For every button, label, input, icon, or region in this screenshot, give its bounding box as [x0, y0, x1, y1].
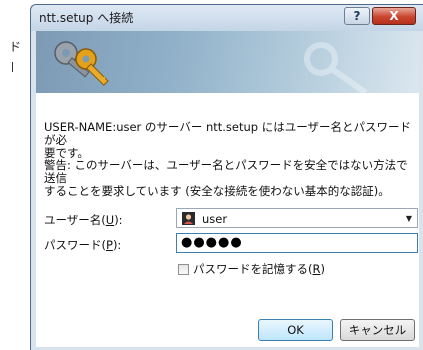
- chevron-down-icon[interactable]: ▼: [406, 214, 412, 223]
- security-warning: 警告: このサーバーは、ユーザー名とパスワードを安全ではない方法で送信 すること…: [44, 159, 414, 198]
- page-margin: ド: [0, 0, 30, 350]
- help-button[interactable]: ?: [344, 7, 370, 25]
- keys-icon: [54, 41, 368, 93]
- remember-password[interactable]: パスワードを記憶する(R): [178, 261, 325, 277]
- cancel-button[interactable]: キャンセル: [340, 319, 415, 341]
- user-icon: [182, 212, 195, 225]
- close-icon: X: [389, 9, 399, 23]
- username-label: ユーザー名(U):: [44, 213, 123, 227]
- title-bar: ntt.setup へ接続 ? X: [31, 5, 423, 31]
- margin-character: ド: [9, 40, 22, 54]
- margin-rule: [12, 62, 13, 72]
- login-dialog: ntt.setup へ接続 ? X USER-NAME:user のサーバー n…: [30, 4, 423, 350]
- server-message-line1: USER-NAME:user のサーバー ntt.setup にはユーザー名とパ…: [44, 120, 412, 147]
- username-value: user: [202, 212, 228, 226]
- server-message: USER-NAME:user のサーバー ntt.setup にはユーザー名とパ…: [44, 121, 414, 160]
- help-icon: ?: [353, 9, 361, 23]
- close-button[interactable]: X: [372, 7, 416, 25]
- security-warning-line2: することを要求しています (安全な接続を使わない基本的な認証)。: [44, 184, 390, 198]
- remember-password-checkbox[interactable]: [178, 263, 189, 275]
- username-combobox[interactable]: user ▼: [176, 208, 418, 228]
- dialog-banner: [36, 31, 419, 93]
- password-label: パスワード(P):: [44, 238, 122, 252]
- remember-password-label[interactable]: パスワードを記憶する(R): [193, 261, 325, 277]
- password-field[interactable]: ●●●●●: [176, 233, 418, 253]
- window-title: ntt.setup へ接続: [39, 11, 134, 25]
- security-warning-line1: 警告: このサーバーは、ユーザー名とパスワードを安全ではない方法で送信: [44, 158, 408, 185]
- ok-button[interactable]: OK: [258, 319, 333, 341]
- password-value: ●●●●●: [181, 235, 243, 250]
- dialog-content: USER-NAME:user のサーバー ntt.setup にはユーザー名とパ…: [36, 93, 419, 347]
